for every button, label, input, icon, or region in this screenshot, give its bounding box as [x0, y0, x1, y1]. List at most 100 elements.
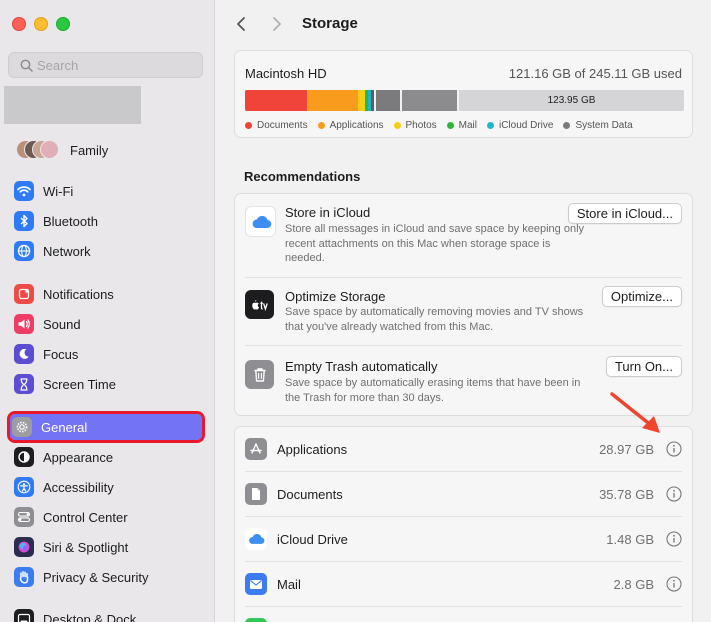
hourglass-icon [14, 374, 34, 394]
recommendation-description: Save space by automatically erasing item… [285, 377, 581, 404]
info-icon[interactable] [666, 486, 682, 502]
moon-icon [14, 344, 34, 364]
recommendation-description: Save space by automatically removing mov… [285, 306, 584, 333]
bar-segment-applications [307, 90, 358, 111]
storage-legend: Documents Applications Photos Mail iClou… [245, 120, 633, 131]
legend-label: iCloud Drive [498, 120, 554, 131]
legend-item: Photos [393, 120, 437, 131]
chevron-right-icon [273, 17, 281, 31]
sidebar-item-focus[interactable]: Focus [12, 342, 202, 366]
legend-dot-applications [317, 122, 325, 129]
legend-dot-photos [393, 122, 401, 129]
sidebar-item-label: Control Center [43, 509, 128, 525]
minimize-window-button[interactable] [34, 17, 48, 31]
sidebar-item-label: Bluetooth [43, 213, 98, 229]
category-label: Mail [277, 577, 301, 592]
info-icon[interactable] [666, 531, 682, 547]
recommendation-optimize-storage: Optimize Storage Save space by automatic… [235, 278, 692, 346]
category-size: 28.97 GB [599, 442, 654, 457]
legend-item: Mail [446, 120, 477, 131]
legend-item: Documents [245, 120, 308, 131]
sidebar-item-notifications[interactable]: Notifications [12, 282, 202, 306]
legend-dot-mail [446, 122, 454, 129]
sidebar-item-siri-spotlight[interactable]: Siri & Spotlight [12, 535, 202, 559]
chevron-left-icon [237, 17, 245, 31]
category-size: 35.78 GB [599, 487, 654, 502]
accessibility-icon [14, 477, 34, 497]
list-item-documents: Documents 35.78 GB [235, 472, 692, 517]
recommendation-title: Store in iCloud [285, 205, 371, 220]
close-window-button[interactable] [12, 17, 26, 31]
search-input[interactable] [37, 57, 187, 73]
optimize-button[interactable]: Optimize... [601, 286, 682, 307]
toolbar: Storage [215, 0, 711, 46]
sidebar-item-general[interactable]: General [7, 411, 205, 443]
sidebar-item-network[interactable]: Network [12, 239, 202, 263]
sidebar-item-appearance[interactable]: Appearance [12, 445, 202, 469]
sidebar-item-label: Screen Time [43, 376, 116, 392]
messages-icon [245, 618, 267, 622]
sidebar-item-accessibility[interactable]: Accessibility [12, 475, 202, 499]
sidebar-item-label: General [41, 419, 88, 435]
legend-dot-documents [245, 122, 252, 129]
store-in-icloud-button[interactable]: Store in iCloud... [567, 203, 682, 224]
wifi-icon [14, 181, 34, 201]
icloud-icon [245, 206, 276, 237]
recommendation-title: Empty Trash automatically [285, 359, 438, 374]
sidebar: Family Wi-Fi Bluetooth Network [0, 0, 215, 622]
info-icon[interactable] [666, 441, 682, 457]
dock-icon [14, 609, 34, 622]
page-title: Storage [302, 15, 358, 32]
bar-segment-photos [358, 90, 365, 111]
sidebar-item-desktop-dock[interactable]: Desktop & Dock [12, 607, 202, 622]
list-item-icloud-drive: iCloud Drive 1.48 GB [235, 517, 692, 562]
appearance-icon [14, 447, 34, 467]
sidebar-item-label: Appearance [43, 449, 114, 465]
recommendation-description: Store all messages in iCloud and save sp… [285, 223, 585, 264]
sidebar-item-control-center[interactable]: Control Center [12, 505, 202, 529]
search-field[interactable] [8, 52, 203, 78]
recommendations-card: Store in iCloud Store all messages in iC… [234, 193, 693, 416]
mail-icon [245, 573, 267, 595]
window-controls [12, 17, 70, 31]
document-icon [245, 483, 267, 505]
category-size: 1.48 GB [606, 532, 654, 547]
back-button[interactable] [230, 13, 252, 35]
category-label: iCloud Drive [277, 532, 348, 547]
sidebar-item-label: Focus [43, 346, 79, 362]
annotation-arrow [610, 392, 660, 433]
sidebar-item-bluetooth[interactable]: Bluetooth [12, 209, 202, 233]
system-settings-window: Family Wi-Fi Bluetooth Network [0, 0, 711, 622]
turn-on-button[interactable]: Turn On... [605, 356, 682, 377]
legend-dot-icloud-drive [486, 122, 494, 129]
info-icon[interactable] [666, 576, 682, 592]
globe-icon [14, 241, 34, 261]
family-label: Family [70, 142, 109, 158]
disk-name: Macintosh HD [245, 66, 327, 81]
trash-icon [245, 360, 274, 389]
apple-id-card-redacted[interactable] [4, 86, 141, 124]
siri-icon [14, 537, 34, 557]
applications-icon [245, 438, 267, 460]
category-label: Documents [277, 487, 343, 502]
sidebar-item-sound[interactable]: Sound [12, 312, 202, 336]
sidebar-item-label: Sound [43, 316, 81, 332]
avatar [40, 140, 59, 159]
legend-item: Applications [317, 120, 384, 131]
bar-segment-macos [402, 90, 457, 111]
forward-button[interactable] [266, 13, 288, 35]
sidebar-item-label: Accessibility [43, 479, 114, 495]
sidebar-item-label: Privacy & Security [43, 569, 149, 585]
legend-dot-system-data [563, 122, 571, 129]
zoom-window-button[interactable] [56, 17, 70, 31]
list-item-mail: Mail 2.8 GB [235, 562, 692, 607]
icloud-icon [245, 528, 267, 550]
sidebar-item-wifi[interactable]: Wi-Fi [12, 179, 202, 203]
sidebar-item-screen-time[interactable]: Screen Time [12, 372, 202, 396]
recommendation-title: Optimize Storage [285, 289, 386, 304]
family-avatars [16, 139, 64, 161]
legend-label: Mail [458, 120, 477, 131]
sidebar-item-privacy-security[interactable]: Privacy & Security [12, 565, 202, 589]
main-content: Storage Macintosh HD 121.16 GB of 245.11… [215, 0, 711, 622]
sidebar-item-family[interactable]: Family [16, 138, 108, 162]
